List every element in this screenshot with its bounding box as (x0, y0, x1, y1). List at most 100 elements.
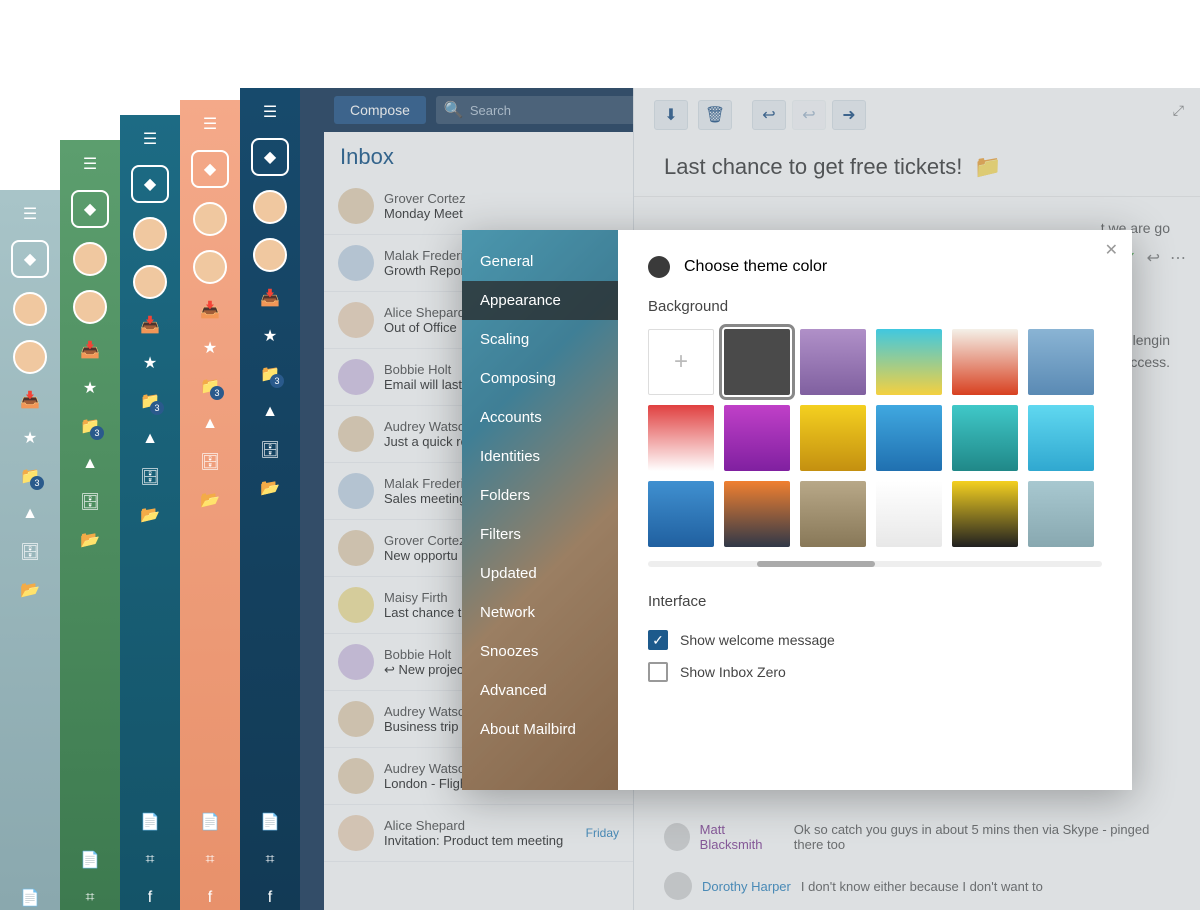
avatar (338, 644, 374, 680)
settings-nav: GeneralAppearanceScalingComposingAccount… (462, 230, 618, 790)
settings-nav-network[interactable]: Network (462, 593, 618, 632)
settings-nav-folders[interactable]: Folders (462, 476, 618, 515)
facebook-icon: f (138, 886, 162, 910)
settings-nav-composing[interactable]: Composing (462, 359, 618, 398)
inbox-icon: 📥 (18, 388, 42, 412)
reply-icon[interactable]: ↩ (1147, 248, 1160, 268)
settings-nav-scaling[interactable]: Scaling (462, 320, 618, 359)
move-to-folder-icon[interactable]: 📁 (974, 154, 1001, 180)
background-tile[interactable] (724, 481, 790, 547)
mail-sender: Alice Shepard (384, 818, 576, 833)
star-icon: ★ (78, 376, 102, 400)
settings-nav-snoozes[interactable]: Snoozes (462, 632, 618, 671)
background-tile[interactable] (952, 329, 1018, 395)
reply-all-button[interactable]: ↩ (792, 100, 826, 130)
inbox-icon: 📥 (258, 286, 282, 310)
background-tile[interactable] (952, 405, 1018, 471)
inbox-icon: 📥 (138, 313, 162, 337)
avatar (664, 872, 692, 900)
menu-icon: ☰ (198, 112, 222, 136)
avatar (13, 292, 47, 326)
avatar (253, 190, 287, 224)
mail-item[interactable]: Grover Cortez Monday Meet (324, 178, 633, 235)
compose-button[interactable]: Compose (334, 96, 426, 124)
reply-preview: Ok so catch you guys in about 5 mins the… (794, 822, 1170, 852)
expand-icon[interactable]: ⤢ (1173, 102, 1184, 119)
background-tile[interactable] (876, 481, 942, 547)
background-tile[interactable] (952, 481, 1018, 547)
facebook-icon: f (198, 886, 222, 910)
menu-icon: ☰ (78, 152, 102, 176)
more-icon[interactable]: ⋯ (1170, 248, 1186, 268)
account-icon: ◆ (71, 190, 109, 228)
settings-dialog: ✕ GeneralAppearanceScalingComposingAccou… (462, 230, 1132, 790)
settings-nav-updated[interactable]: Updated (462, 554, 618, 593)
facebook-icon: f (258, 886, 282, 910)
background-scrollbar[interactable] (648, 561, 1102, 567)
settings-content: Choose theme color Background + Interfac… (618, 230, 1132, 790)
background-tile[interactable] (800, 405, 866, 471)
background-tile[interactable] (648, 405, 714, 471)
menu-icon: ☰ (18, 202, 42, 226)
background-tile[interactable] (1028, 405, 1094, 471)
star-icon: ★ (138, 351, 162, 375)
send-icon: ▲ (138, 427, 162, 451)
add-background-tile[interactable]: + (648, 329, 714, 395)
background-grid: + (648, 329, 1102, 547)
delete-button[interactable]: 🗑 (698, 100, 732, 130)
send-icon: ▲ (18, 502, 42, 526)
background-tile[interactable] (1028, 481, 1094, 547)
settings-nav-filters[interactable]: Filters (462, 515, 618, 554)
avatar (338, 416, 374, 452)
archive-icon: 🗄 (258, 438, 282, 462)
theme-color-label: Choose theme color (684, 258, 827, 276)
account-icon: ◆ (191, 150, 229, 188)
inbox-icon: 📥 (198, 298, 222, 322)
background-tile[interactable] (1028, 329, 1094, 395)
background-tile[interactable] (724, 329, 790, 395)
archive-icon: 🗄 (18, 540, 42, 564)
reply-item[interactable]: Matt Blacksmith Ok so catch you guys in … (634, 812, 1200, 862)
avatar (73, 290, 107, 324)
checkbox-row[interactable]: ✓ Show welcome message (648, 624, 1102, 656)
account-icon: ◆ (251, 138, 289, 176)
archive-button[interactable]: ⬇ (654, 100, 688, 130)
settings-nav-accounts[interactable]: Accounts (462, 398, 618, 437)
background-tile[interactable] (648, 481, 714, 547)
reply-item[interactable]: Dorothy Harper I don't know either becau… (634, 862, 1200, 910)
mail-item[interactable]: Alice Shepard Invitation: Product tem me… (324, 805, 633, 862)
document-icon: 📄 (78, 848, 102, 872)
forward-button[interactable]: ➜ (832, 100, 866, 130)
theme-color-row[interactable]: Choose theme color (648, 256, 1102, 278)
archive-icon: 🗄 (198, 450, 222, 474)
settings-nav-identities[interactable]: Identities (462, 437, 618, 476)
checkbox[interactable]: ✓ (648, 630, 668, 650)
background-tile[interactable] (724, 405, 790, 471)
settings-nav-appearance[interactable]: Appearance (462, 281, 618, 320)
search-input[interactable] (470, 103, 646, 118)
account-icon: ◆ (131, 165, 169, 203)
slack-icon: ⌗ (138, 848, 162, 872)
theme-preview-5: ☰ ◆ 📥 ★ 📁3 ▲ 🗄 📂 📄 ⌗ f (240, 88, 300, 910)
settings-nav-advanced[interactable]: Advanced (462, 671, 618, 710)
settings-nav-about-mailbird[interactable]: About Mailbird (462, 710, 618, 749)
avatar (338, 473, 374, 509)
mail-sender: Grover Cortez (384, 191, 619, 206)
background-tile[interactable] (876, 329, 942, 395)
background-tile[interactable] (800, 481, 866, 547)
inbox-icon: 📥 (78, 338, 102, 362)
close-button[interactable]: ✕ (1105, 240, 1118, 260)
background-tile[interactable] (800, 329, 866, 395)
open-folder-icon: 📂 (198, 488, 222, 512)
background-tile[interactable] (876, 405, 942, 471)
checkbox[interactable] (648, 662, 668, 682)
reply-button[interactable]: ↩ (752, 100, 786, 130)
open-folder-icon: 📂 (138, 503, 162, 527)
document-icon: 📄 (258, 810, 282, 834)
avatar (13, 340, 47, 374)
settings-nav-general[interactable]: General (462, 242, 618, 281)
theme-color-swatch[interactable] (648, 256, 670, 278)
document-icon: 📄 (198, 810, 222, 834)
reply-author: Matt Blacksmith (700, 822, 784, 852)
checkbox-row[interactable]: Show Inbox Zero (648, 656, 1102, 688)
